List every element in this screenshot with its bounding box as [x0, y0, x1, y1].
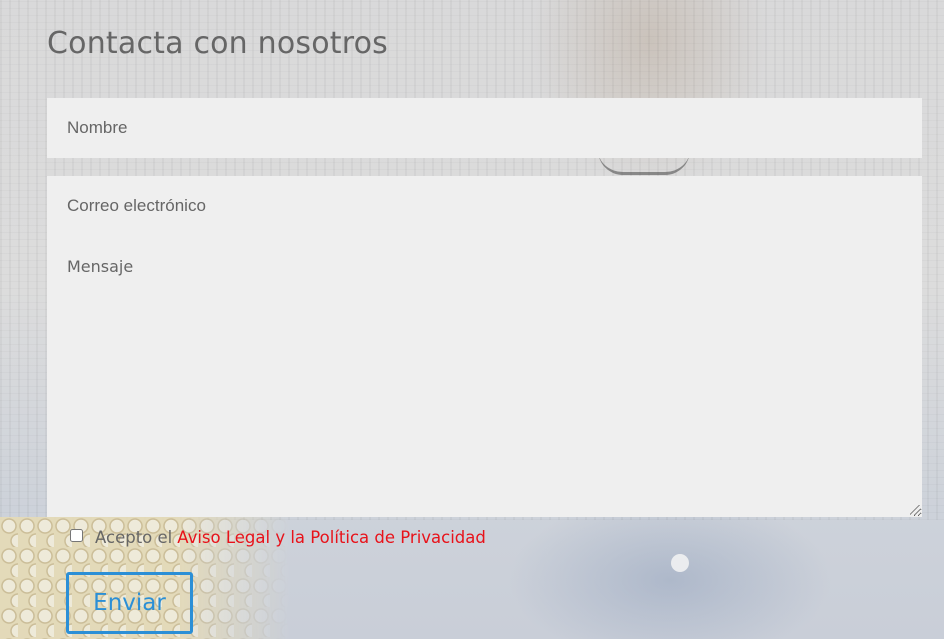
consent-prefix: Acepto el	[95, 528, 173, 547]
contact-form: Contacta con nosotros Acepto el Aviso Le…	[0, 0, 944, 639]
privacy-consent: Acepto el Aviso Legal y la Política de P…	[68, 528, 486, 547]
form-title: Contacta con nosotros	[47, 26, 389, 61]
submit-button[interactable]: Enviar	[66, 572, 193, 634]
name-input[interactable]	[47, 98, 922, 158]
privacy-consent-checkbox[interactable]	[70, 529, 83, 542]
email-input[interactable]	[47, 176, 922, 236]
message-textarea[interactable]	[47, 240, 922, 517]
legal-privacy-link[interactable]: Aviso Legal y la Política de Privacidad	[177, 528, 486, 547]
